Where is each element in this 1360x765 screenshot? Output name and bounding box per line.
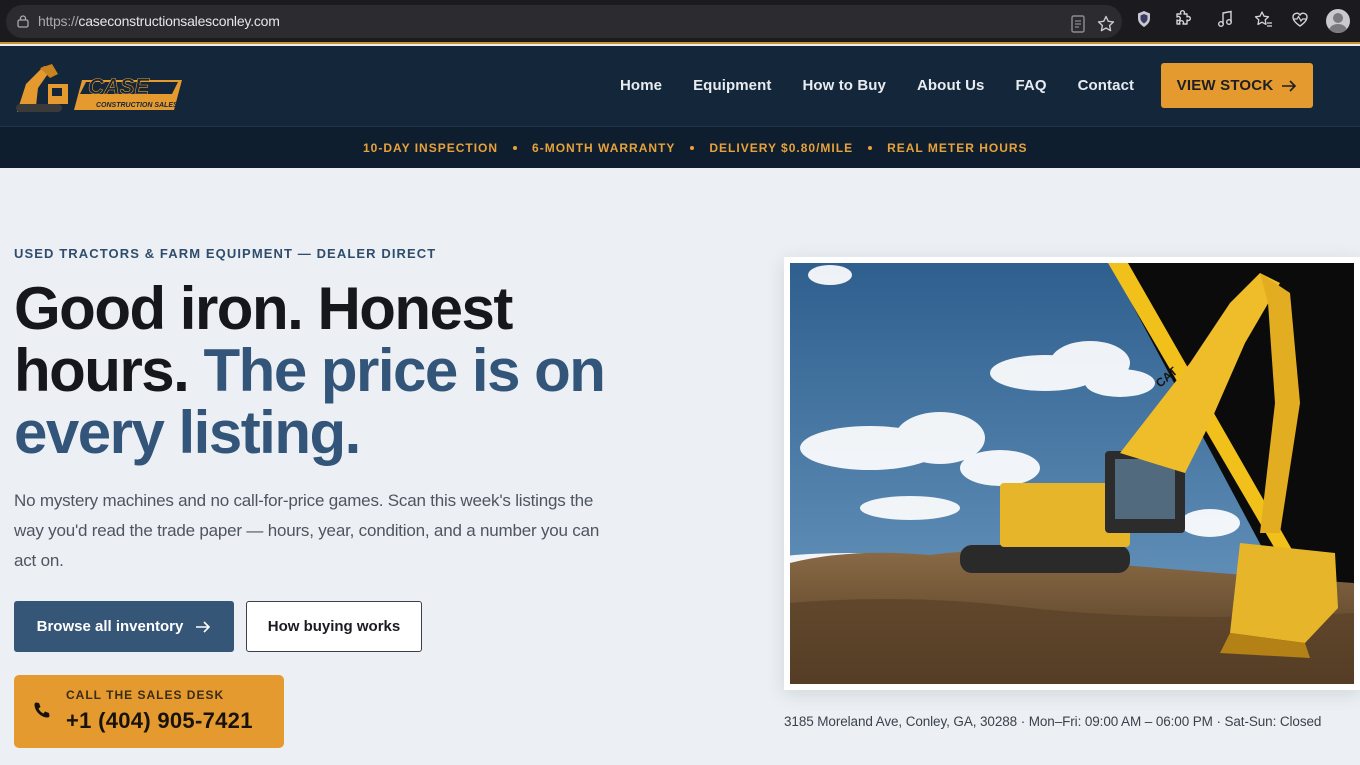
- nav-faq[interactable]: FAQ: [1015, 77, 1046, 94]
- how-buying-works-button[interactable]: How buying works: [246, 601, 422, 652]
- call-sales-desk-button[interactable]: CALL THE SALES DESK +1 (404) 905-7421: [14, 675, 284, 748]
- main-nav: Home Equipment How to Buy About Us FAQ C…: [620, 77, 1134, 94]
- separator-dot: [868, 146, 873, 150]
- feature-warranty: 6-MONTH WARRANTY: [532, 141, 676, 155]
- site-logo[interactable]: CASE CONSTRUCTION SALES: [14, 54, 184, 116]
- excavator-photo: CAT: [790, 263, 1354, 684]
- browse-inventory-label: Browse all inventory: [36, 618, 184, 635]
- nav-about-us[interactable]: About Us: [917, 77, 984, 94]
- heartbeat-icon[interactable]: [1290, 9, 1310, 29]
- browser-toolbar: https://caseconstructionsalesconley.com: [0, 0, 1360, 44]
- shield-icon[interactable]: [1134, 9, 1154, 29]
- arrow-right-icon: [1282, 79, 1297, 92]
- separator-dot: [513, 146, 518, 150]
- nav-home[interactable]: Home: [620, 77, 662, 94]
- svg-text:CASE: CASE: [88, 74, 150, 99]
- call-label: CALL THE SALES DESK: [66, 688, 225, 702]
- hero-headline: Good iron. Honest hours. The price is on…: [14, 278, 634, 464]
- feature-meter-hours: REAL METER HOURS: [887, 141, 1028, 155]
- favorites-icon[interactable]: [1253, 9, 1273, 29]
- svg-text:CONSTRUCTION SALES: CONSTRUCTION SALES: [96, 102, 178, 109]
- hero-image-frame: CAT: [784, 257, 1360, 690]
- site-header: CASE CONSTRUCTION SALES Home Equipment H…: [0, 46, 1360, 126]
- how-buying-works-label: How buying works: [267, 618, 401, 635]
- browse-inventory-button[interactable]: Browse all inventory: [14, 601, 234, 652]
- feature-delivery: DELIVERY $0.80/MILE: [709, 141, 854, 155]
- music-icon[interactable]: [1215, 9, 1235, 29]
- extension-icon[interactable]: [1172, 9, 1192, 29]
- address-bar[interactable]: https://caseconstructionsalesconley.com: [6, 5, 1122, 38]
- features-strip: 10-DAY INSPECTION 6-MONTH WARRANTY DELIV…: [0, 126, 1360, 168]
- profile-icon[interactable]: [1326, 9, 1350, 33]
- arrow-right-icon: [196, 620, 211, 633]
- separator-dot: [690, 146, 695, 150]
- view-stock-label: VIEW STOCK: [1176, 77, 1274, 94]
- call-phone-number: +1 (404) 905-7421: [66, 708, 253, 733]
- nav-contact[interactable]: Contact: [1078, 77, 1135, 94]
- view-stock-button[interactable]: VIEW STOCK: [1161, 63, 1313, 108]
- url-text[interactable]: https://caseconstructionsalesconley.com: [38, 13, 280, 29]
- hero-lead: No mystery machines and no call-for-pric…: [14, 491, 600, 570]
- hero-eyebrow: USED TRACTORS & FARM EQUIPMENT — DEALER …: [14, 246, 437, 261]
- nav-how-to-buy[interactable]: How to Buy: [802, 77, 886, 94]
- nav-equipment[interactable]: Equipment: [693, 77, 771, 94]
- feature-inspection: 10-DAY INSPECTION: [363, 141, 499, 155]
- reader-icon[interactable]: [1068, 14, 1088, 34]
- phone-icon: [34, 702, 50, 718]
- star-icon[interactable]: [1096, 14, 1116, 34]
- lock-icon[interactable]: [16, 14, 30, 28]
- dealer-address: 3185 Moreland Ave, Conley, GA, 30288 · M…: [784, 714, 1322, 729]
